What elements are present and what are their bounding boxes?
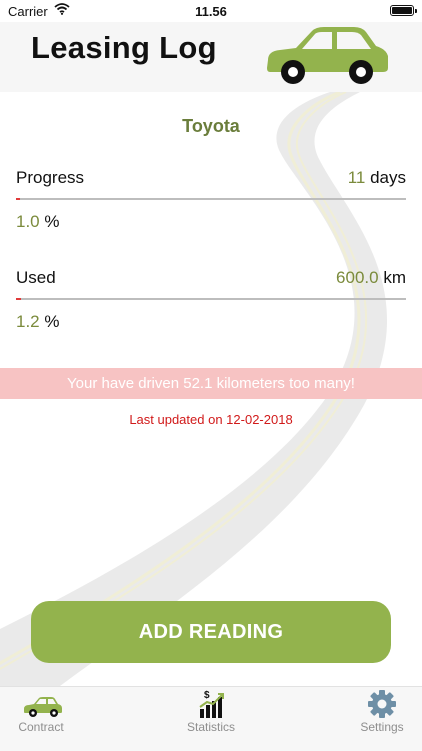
page-title: Leasing Log [31,30,217,65]
stats-chart-icon: $ [156,689,266,719]
used-value: 600.0 km [336,268,406,288]
progress-percent-unit: % [44,212,60,231]
svg-text:$: $ [204,690,210,701]
app-header: Leasing Log [0,22,422,92]
tab-contract-label: Contract [18,720,64,734]
battery-icon [390,5,417,16]
progress-label: Progress [16,168,85,187]
contract-view: Toyota Progress 11 days 1.0 % Used 600.0… [0,92,422,686]
gear-icon [327,689,422,719]
used-km-value: 600.0 [336,268,379,287]
last-updated-text: Last updated on 12-02-2018 [129,412,293,427]
tab-statistics-label: Statistics [186,720,235,734]
progress-days-value: 11 [347,168,366,187]
car-icon [0,689,96,719]
warning-text: Your have driven 52.1 kilometers too man… [67,375,355,392]
progress-bar [16,198,406,200]
used-percent-unit: % [44,312,60,331]
progress-value: 11 days [348,168,406,188]
warning-banner: Your have driven 52.1 kilometers too man… [0,368,422,399]
tab-statistics[interactable]: $ Statistics [156,687,266,751]
used-percent-value: 1.2 [16,312,40,331]
progress-percent-value: 1.0 [16,212,40,231]
used-bar-fill [16,298,21,300]
used-label: Used [16,268,56,287]
progress-days-unit: days [370,168,406,187]
progress-percent: 1.0 % [16,212,60,232]
used-bar [16,298,406,300]
status-bar: Carrier 11.56 [0,0,422,22]
tab-settings-label: Settings [360,720,404,734]
tab-contract[interactable]: Contract [0,687,96,751]
progress-bar-fill [16,198,20,200]
tab-bar: Contract $ Statistics Settings [0,686,422,751]
car-icon [262,22,392,97]
contract-name: Toyota [182,116,240,136]
used-percent: 1.2 % [16,312,60,332]
used-km-unit: km [383,268,406,287]
add-reading-button[interactable]: ADD READING [31,601,391,663]
tab-settings[interactable]: Settings [327,687,422,751]
clock-time: 11.56 [195,4,227,19]
